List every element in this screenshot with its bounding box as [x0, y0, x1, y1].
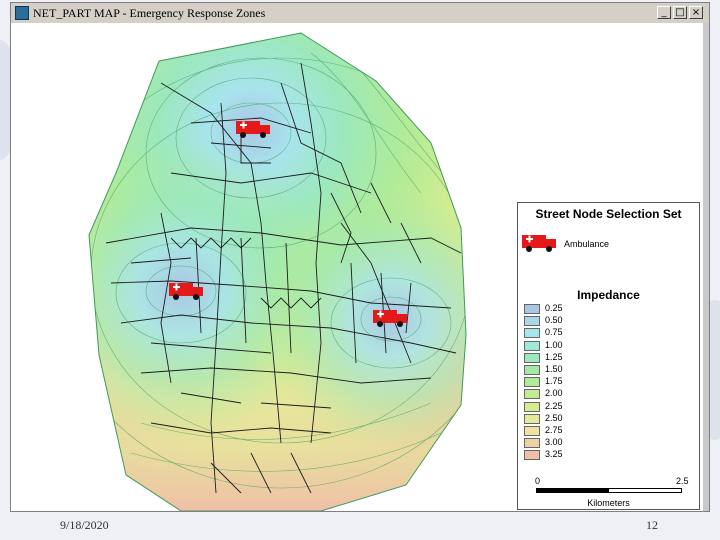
legend-swatch	[524, 389, 540, 400]
window-title: NET_PART MAP - Emergency Response Zones	[33, 6, 266, 20]
legend-class-label: 1.25	[545, 351, 563, 362]
legend-swatch	[524, 304, 540, 314]
scale-unit: Kilometers	[587, 498, 630, 508]
ambulance-icon	[522, 235, 556, 252]
legend-swatch	[524, 425, 540, 436]
slide-page-number: 12	[646, 518, 658, 532]
map-window: NET_PART MAP - Emergency Response Zones …	[10, 2, 710, 512]
title-bar[interactable]: NET_PART MAP - Emergency Response Zones …	[11, 3, 709, 24]
map-legend: Street Node Selection Set Ambulance Impe…	[517, 202, 700, 510]
maximize-button[interactable]: □	[673, 6, 687, 19]
legend-swatch	[524, 316, 540, 327]
legend-class-label: 2.00	[545, 388, 563, 399]
slide-date: 9/18/2020	[60, 518, 109, 532]
scale-start: 0	[535, 476, 541, 486]
legend-class-label: 1.50	[545, 363, 563, 374]
legend-class-label: 0.75	[545, 327, 563, 338]
legend-title: Street Node Selection Set	[535, 207, 682, 221]
scale-end: 2.5	[676, 476, 689, 486]
legend-swatch	[524, 352, 540, 363]
legend-class-label: 3.25	[545, 449, 563, 460]
ambulance-label: Ambulance	[564, 239, 610, 249]
impedance-title: Impedance	[577, 288, 640, 302]
legend-class-label: 2.25	[545, 400, 563, 411]
legend-swatch	[524, 438, 540, 449]
legend-class-label: 0.25	[545, 303, 563, 313]
legend-class-label: 2.75	[545, 424, 563, 435]
legend-class-label: 3.00	[545, 437, 563, 448]
minimize-button[interactable]: _	[657, 6, 671, 19]
legend-ambulance-entry: Ambulance	[522, 232, 609, 254]
legend-swatch	[524, 340, 540, 351]
scrollbar[interactable]	[703, 23, 709, 511]
scale-bar	[536, 488, 682, 493]
app-icon	[15, 6, 29, 20]
legend-swatch	[524, 328, 540, 339]
legend-swatch	[524, 377, 540, 388]
legend-class-label: 1.75	[545, 376, 563, 387]
legend-swatch	[524, 401, 540, 412]
legend-swatch	[524, 364, 540, 375]
legend-class-label: 0.50	[545, 315, 563, 326]
legend-swatch	[524, 413, 540, 424]
close-button[interactable]: ×	[689, 6, 703, 19]
legend-swatch	[524, 450, 540, 461]
legend-class-label: 2.50	[545, 412, 563, 423]
legend-class-label: 1.00	[545, 339, 563, 350]
